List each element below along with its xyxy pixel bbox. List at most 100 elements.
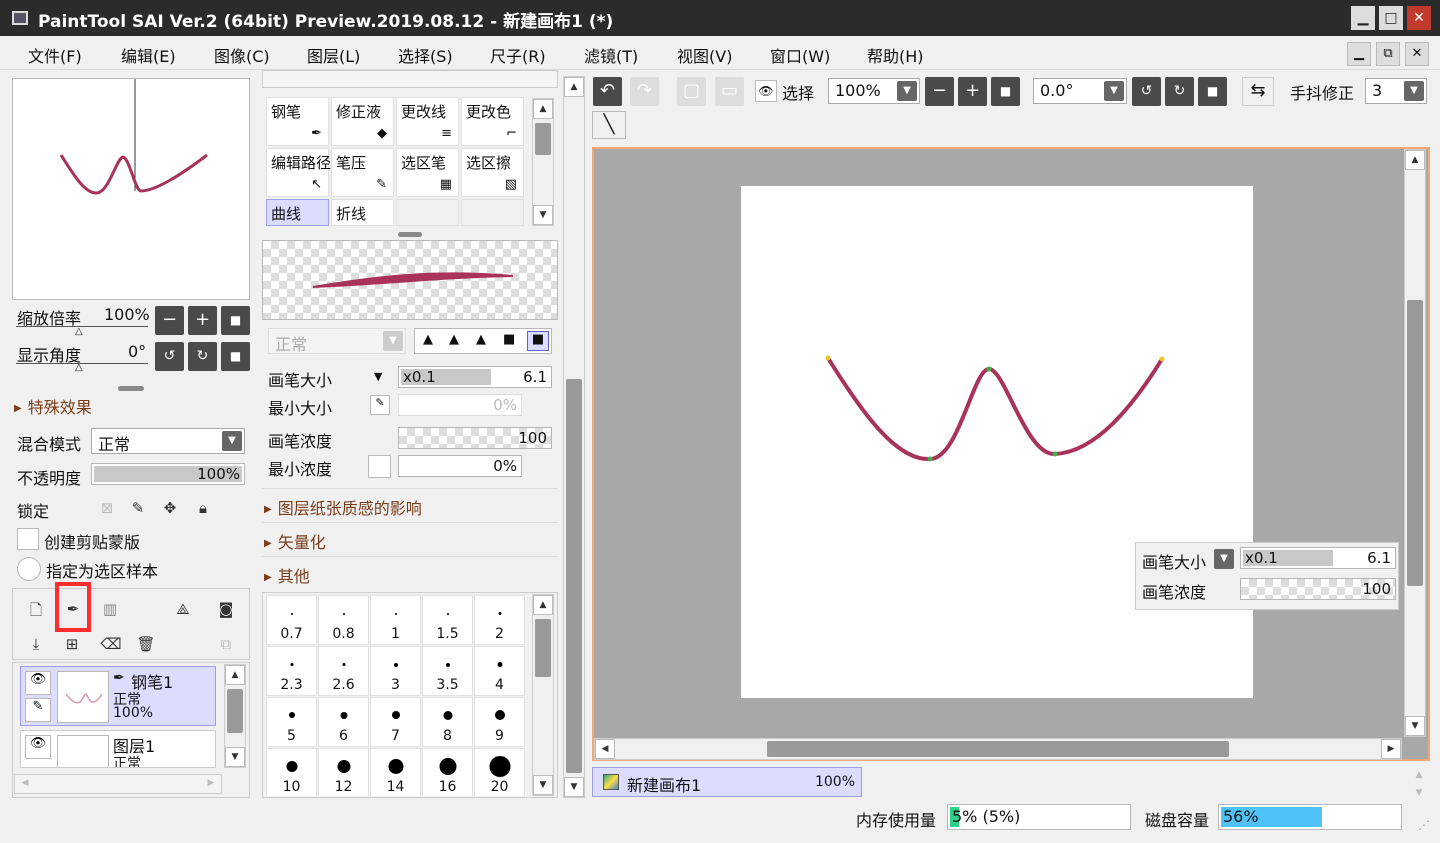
brush-shape-flat-icon[interactable]: ■ [503, 332, 515, 347]
panel-splitter-handle[interactable] [398, 232, 422, 237]
chevron-down-icon[interactable]: ▼ [374, 370, 382, 383]
chevron-down-icon[interactable]: ▼ [1214, 549, 1234, 569]
brush-density-slider[interactable]: 100 [398, 427, 552, 449]
scroll-right-icon[interactable]: ▶ [1381, 739, 1401, 759]
tab-scroll-up-icon[interactable]: ▲ [1407, 766, 1431, 786]
brush-preset[interactable]: 12 [318, 748, 369, 796]
tool-polyline[interactable]: 折线 [331, 199, 394, 226]
menu-file[interactable]: 文件(F) [28, 43, 82, 67]
mdi-minimize-button[interactable]: ▁ [1347, 42, 1371, 66]
mdi-restore-button[interactable]: ⧉ [1376, 42, 1400, 66]
layer-row-pen1[interactable]: 👁︎ ✎ ✒ 钢笔1 正常 100% [20, 666, 216, 726]
tab-scroll-down-icon[interactable]: ▼ [1407, 784, 1431, 804]
mdi-close-button[interactable]: ✕ [1405, 42, 1429, 66]
brush-shape-mid-icon[interactable]: ▲ [449, 332, 459, 347]
menu-edit[interactable]: 编辑(E) [121, 43, 176, 67]
opacity-slider[interactable]: 100% [91, 463, 245, 485]
sample-radio[interactable] [17, 557, 41, 581]
brush-preset[interactable]: 14 [370, 748, 421, 796]
layer-list-hscrollbar[interactable]: ◀ ▶ [14, 774, 222, 794]
brush-preset[interactable]: 7 [370, 697, 421, 747]
tool-path-edit[interactable]: 编辑路径 ↖ [266, 148, 331, 197]
canvas-zoom-reset-button[interactable]: ■ [991, 77, 1020, 106]
zoom-in-button[interactable]: + [188, 306, 217, 335]
scroll-left-icon[interactable]: ◀ [15, 774, 35, 794]
brush-preset[interactable]: 8 [422, 697, 473, 747]
brush-preset[interactable]: 10 [266, 748, 317, 796]
brush-preset[interactable]: 0.8 [318, 595, 369, 645]
brush-presets-scrollbar[interactable]: ▲ ▼ [532, 594, 554, 796]
scroll-up-icon[interactable]: ▲ [225, 665, 245, 685]
tool-selection-eraser[interactable]: 选区擦 ▧ [461, 148, 524, 197]
brush-shape-selector[interactable]: ▲ ▲ ▲ ■ ■ [414, 328, 552, 354]
brush-preset[interactable]: 5 [266, 697, 317, 747]
panel-scrollbar[interactable]: ▲ ▼ [563, 76, 585, 798]
tool-set-tabs[interactable] [262, 70, 558, 88]
canvas-rotate-reset-button[interactable]: ■ [1198, 77, 1227, 106]
overlay-size-slider[interactable]: x0.1 6.1 [1240, 547, 1396, 569]
navigator-preview[interactable] [12, 78, 250, 300]
scroll-right-icon[interactable]: ▶ [201, 774, 221, 794]
scroll-down-icon[interactable]: ▼ [533, 775, 553, 795]
lock-all-icon[interactable]: 🔒︎ [193, 499, 213, 517]
lock-transparency-icon[interactable]: ⊠ [97, 499, 117, 517]
scroll-down-icon[interactable]: ▼ [1405, 716, 1425, 736]
canvas-vscrollbar[interactable]: ▲ ▼ [1404, 149, 1426, 737]
resize-grip-icon[interactable]: ⋰ [1418, 818, 1430, 832]
brush-preset[interactable]: 20 [474, 748, 525, 796]
scroll-thumb[interactable] [767, 741, 1229, 757]
menu-help[interactable]: 帮助(H) [867, 43, 924, 67]
deselect-button[interactable]: ▢ [677, 77, 706, 106]
zoom-out-button[interactable]: − [155, 306, 184, 335]
brush-size-slider[interactable]: x0.1 6.1 [398, 366, 552, 388]
brush-preset[interactable]: 2.6 [318, 646, 369, 696]
new-folder-icon[interactable]: ▥ [100, 600, 120, 618]
brush-preset[interactable]: 0.7 [266, 595, 317, 645]
rotate-left-button[interactable]: ↺ [155, 342, 184, 371]
tool-pen[interactable]: 钢笔 ✒ [266, 97, 329, 146]
brush-preset[interactable]: 2 [474, 595, 525, 645]
canvas-zoom-in-button[interactable]: + [958, 77, 987, 106]
lock-move-icon[interactable]: ✥ [160, 499, 180, 517]
scroll-up-icon[interactable]: ▲ [533, 99, 553, 119]
canvas-rotate-left-button[interactable]: ↺ [1132, 77, 1161, 106]
brush-preset[interactable]: 3.5 [422, 646, 473, 696]
pencil-icon[interactable]: ✎ [25, 698, 51, 722]
scroll-thumb[interactable] [1407, 300, 1423, 586]
menu-view[interactable]: 视图(V) [677, 43, 732, 67]
visibility-eye-icon[interactable]: 👁︎ [25, 735, 51, 759]
paper-texture-section[interactable]: 图层纸张质感的影响 [264, 495, 422, 519]
menu-select[interactable]: 选择(S) [398, 43, 453, 67]
canvas-angle-select[interactable]: 0.0° ▼ [1033, 78, 1127, 104]
tool-pressure[interactable]: 笔压 ✎ [331, 148, 394, 197]
min-size-slider[interactable]: 0% [398, 394, 522, 416]
merge-down-icon[interactable]: ⤓ [26, 635, 46, 653]
scroll-up-icon[interactable]: ▲ [1405, 150, 1425, 170]
trash-icon[interactable]: 🗑︎ [136, 635, 156, 653]
scroll-down-icon[interactable]: ▼ [533, 205, 553, 225]
brush-preset[interactable]: 3 [370, 646, 421, 696]
scroll-thumb[interactable] [535, 123, 551, 155]
rotate-reset-button[interactable]: ■ [221, 342, 250, 371]
brush-preset[interactable]: 1 [370, 595, 421, 645]
tool-grid-scrollbar[interactable]: ▲ ▼ [532, 98, 554, 226]
canvas-viewport[interactable]: 画笔大小 ▼ x0.1 6.1 画笔浓度 100 [592, 147, 1430, 761]
brush-blend-select[interactable]: 正常 ▼ [268, 328, 406, 354]
brush-preset[interactable]: 6 [318, 697, 369, 747]
canvas-hscrollbar[interactable]: ◀ ▶ [594, 738, 1402, 760]
layer-effect-icon[interactable]: ⟁ [172, 600, 194, 618]
undo-button[interactable]: ↶ [593, 77, 622, 106]
lock-paint-icon[interactable]: ✎ [128, 499, 148, 517]
add-layer-icon[interactable]: ⊞ [62, 635, 82, 653]
tool-selection-pen[interactable]: 选区笔 ▦ [396, 148, 459, 197]
show-selection-eye-icon[interactable]: 👁︎ [755, 80, 777, 102]
scroll-left-icon[interactable]: ◀ [595, 739, 615, 759]
menu-window[interactable]: 窗口(W) [770, 43, 830, 67]
menu-ruler[interactable]: 尺子(R) [490, 43, 546, 67]
menu-filter[interactable]: 滤镜(T) [584, 43, 638, 67]
flip-horizontal-icon[interactable]: ⇆ [1242, 77, 1274, 106]
mask-icon[interactable]: ◙ [216, 600, 236, 618]
rotate-right-button[interactable]: ↻ [188, 342, 217, 371]
tool-line-edit[interactable]: 更改线 ≡ [396, 97, 459, 146]
zoom-reset-button[interactable]: ■ [221, 306, 250, 335]
